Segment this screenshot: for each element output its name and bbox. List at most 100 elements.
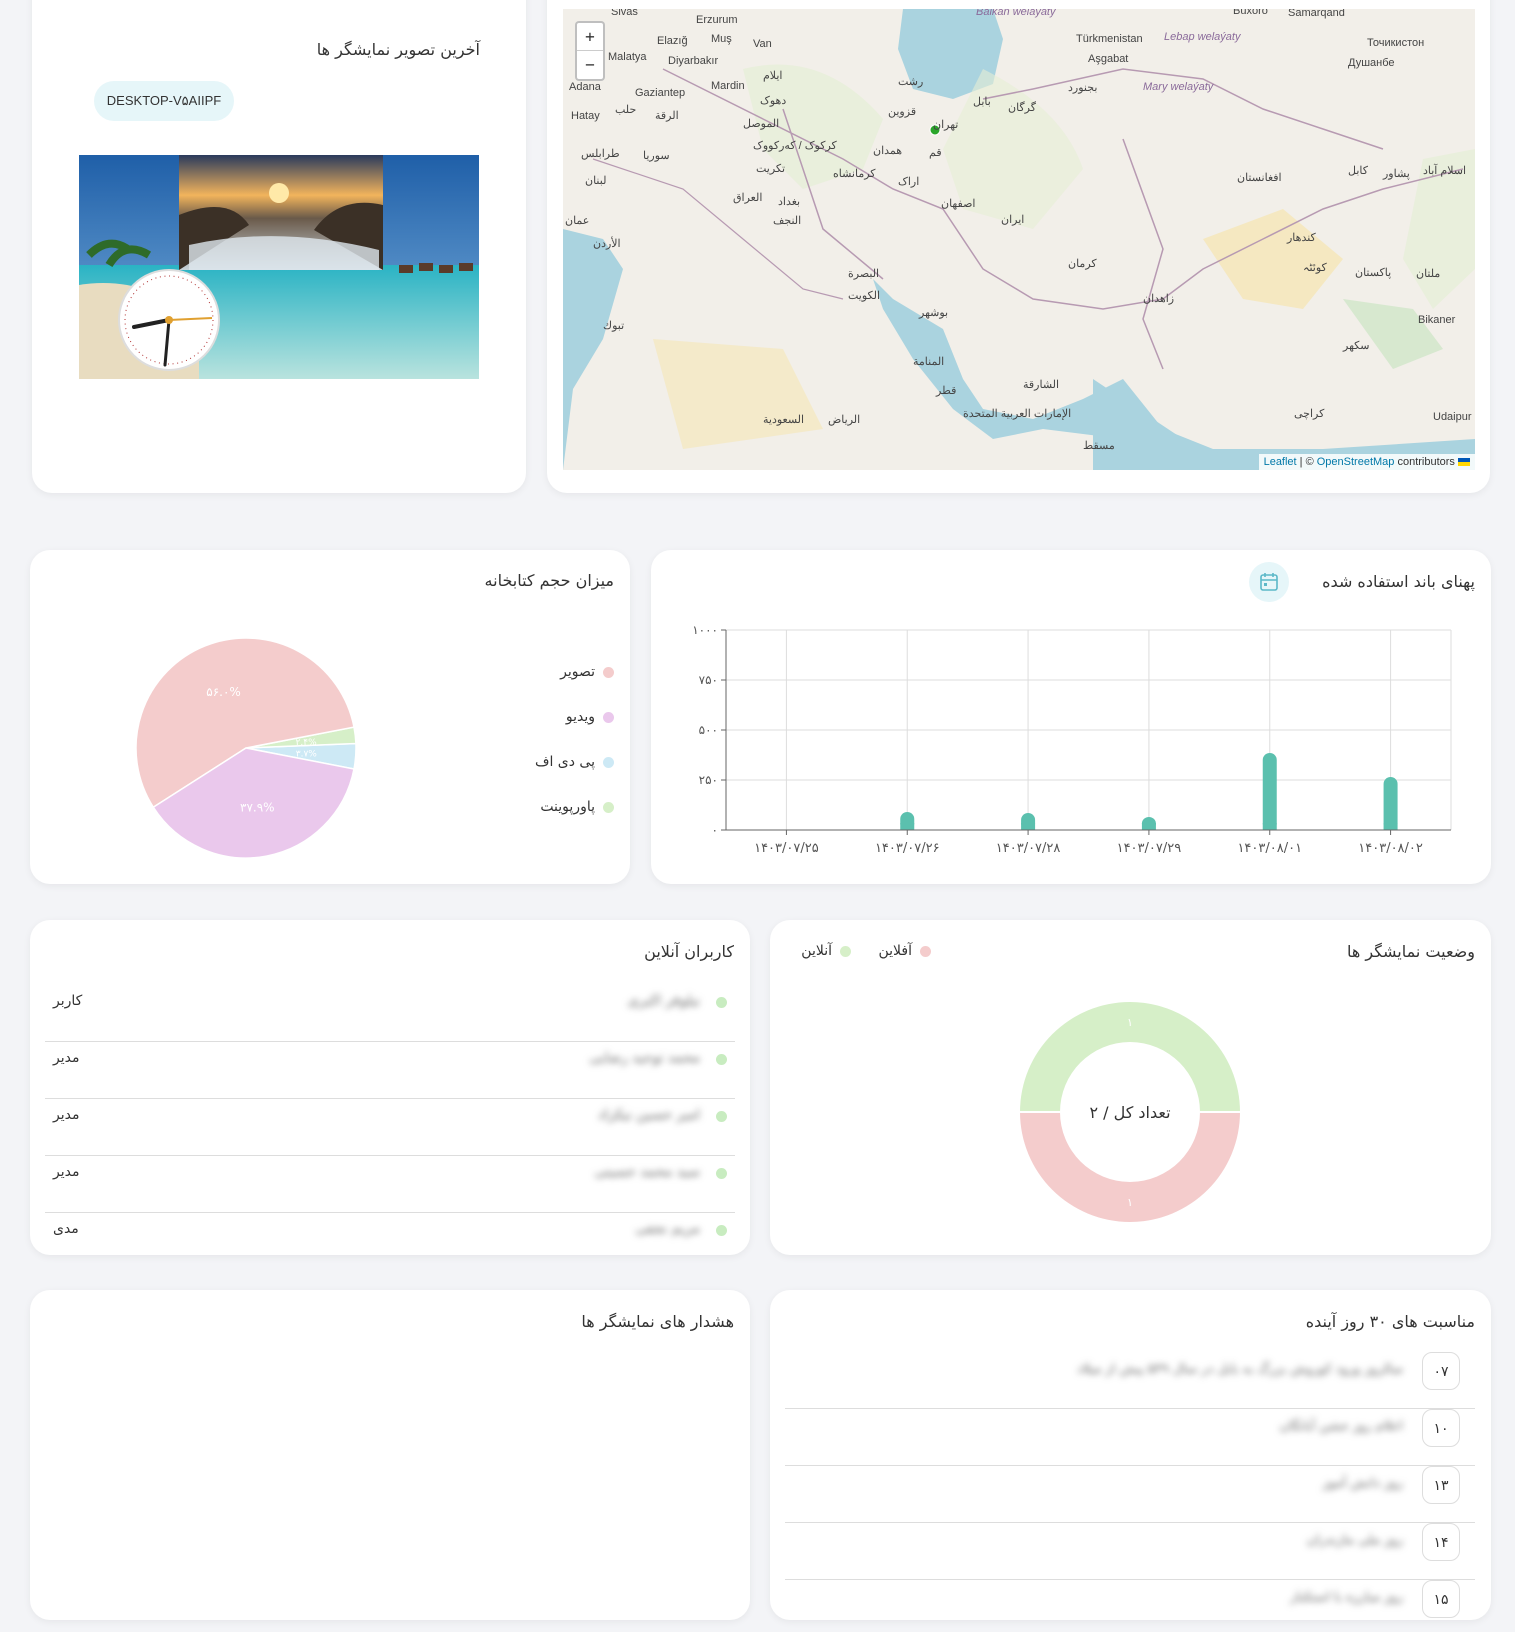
map-zoom-control: + −: [575, 21, 605, 81]
event-row[interactable]: ۱۴ روز ملی مازندران: [785, 1523, 1475, 1580]
user-row[interactable]: سید محمد حسینی مدیر: [45, 1156, 735, 1213]
screenshot-image: [79, 155, 479, 379]
x-tick-label: ۱۴۰۳/۰۷/۲۸: [996, 841, 1061, 856]
online-users-title: کاربران آنلاین: [644, 942, 734, 961]
donut-offline-count: ۱: [1127, 1196, 1133, 1209]
legend-pdf[interactable]: پی دی اف: [535, 754, 614, 770]
library-size-card: میزان حجم کتابخانه تصویر ویدیو پی دی اف …: [30, 550, 630, 884]
online-status-dot: [716, 997, 727, 1008]
user-name: مریم نجفی: [635, 1221, 700, 1237]
donut-online-count: ۱: [1127, 1016, 1133, 1029]
legend-image[interactable]: تصویر: [560, 664, 614, 680]
ukraine-flag-icon: [1458, 458, 1470, 467]
bar-base: [1262, 823, 1277, 830]
bar-base: [1141, 823, 1156, 830]
calendar-icon[interactable]: [1249, 562, 1289, 602]
zoom-out-button[interactable]: −: [577, 51, 603, 79]
bar-base: [1383, 823, 1398, 830]
event-row[interactable]: ۱۳ روز دانش آموز: [785, 1466, 1475, 1523]
device-status-card: وضعیت نمایشگر ها آفلاین آنلاین ۱ ۱ تعداد…: [770, 920, 1491, 1255]
map-tiles: [563, 9, 1475, 470]
bar-base: [900, 823, 915, 830]
user-role: مدیر: [53, 1107, 80, 1123]
device-alerts-card: هشدار های نمایشگر ها: [30, 1290, 750, 1620]
legend-online[interactable]: آنلاین: [801, 943, 851, 959]
user-row[interactable]: مریم نجفی مدی: [45, 1213, 735, 1255]
legend-dot: [603, 711, 614, 723]
online-status-dot: [716, 1168, 727, 1179]
online-status-dot: [716, 1054, 727, 1065]
legend-dot: [840, 945, 851, 957]
legend-powerpoint[interactable]: پاورپوینت: [540, 799, 614, 815]
library-size-title: میزان حجم کتابخانه: [484, 571, 614, 590]
x-tick-label: ۱۴۰۳/۰۸/۰۲: [1358, 841, 1423, 856]
x-tick-label: ۱۴۰۳/۰۸/۰۱: [1237, 841, 1302, 856]
user-row[interactable]: امیر حسین نیکزاد مدیر: [45, 1099, 735, 1156]
bar: [1383, 777, 1398, 830]
zoom-in-button[interactable]: +: [577, 23, 603, 51]
bar-base: [1021, 823, 1036, 830]
event-text: اعلام روز جشن آبانگان: [1279, 1419, 1403, 1434]
user-name: سید محمد حسینی: [594, 1164, 700, 1180]
bandwidth-card: پهنای باند استفاده شده ۰ ۲۵۰ ۵۰۰ ۷۵۰ ۱۰۰۰ ۱۴۰…: [651, 550, 1491, 884]
user-role: مدیر: [53, 1164, 80, 1180]
donut-center-text: تعداد کل / ۲: [1089, 1103, 1170, 1122]
event-day: ۱۴: [1422, 1523, 1460, 1561]
y-tick-label: ۱۰۰۰: [692, 623, 718, 637]
event-text: روز دانش آموز: [1322, 1476, 1403, 1491]
legend-dot: [920, 945, 931, 957]
user-name: محمد توحید رضایی: [589, 1050, 700, 1066]
device-screenshot[interactable]: [79, 155, 479, 379]
online-users-card: کاربران آنلاین نیلوفر اکبری کاربر محمد ت…: [30, 920, 750, 1255]
user-name: امیر حسین نیکزاد: [598, 1107, 700, 1123]
devices-map-card: Sivas Erzurum Elazığ Muş Van Malatya Diy…: [547, 0, 1490, 493]
user-row[interactable]: محمد توحید رضایی مدیر: [45, 1042, 735, 1099]
x-tick-label: ۱۴۰۳/۰۷/۲۵: [754, 841, 819, 856]
event-text: روز مبارزه با استکبار: [1290, 1590, 1403, 1605]
devices-map[interactable]: Sivas Erzurum Elazığ Muş Van Malatya Diy…: [563, 9, 1475, 470]
pie-slice-label: ۵۶.۰%: [206, 685, 241, 699]
legend-video[interactable]: ویدیو: [566, 709, 614, 725]
y-tick-label: ۷۵۰: [699, 673, 718, 687]
device-status-title: وضعیت نمایشگر ها: [1346, 942, 1475, 961]
event-row[interactable]: ۰۷ سالروز ورود کوروش بزرگ به بابل در سال…: [785, 1352, 1475, 1409]
event-text: روز ملی مازندران: [1306, 1533, 1403, 1548]
upcoming-events-title: مناسبت های ۳۰ روز آینده: [1305, 1312, 1475, 1331]
user-name: نیلوفر اکبری: [627, 993, 700, 1009]
user-row[interactable]: نیلوفر اکبری کاربر: [45, 985, 735, 1042]
leaflet-link[interactable]: Leaflet: [1264, 456, 1297, 468]
latest-screenshot-card: آخرین تصویر نمایشگر ها DESKTOP-V۵AIIPF: [32, 0, 526, 493]
pie-slice-label: ۳۷.۹%: [240, 800, 275, 814]
online-status-dot: [716, 1111, 727, 1122]
device-status-donut[interactable]: ۱ ۱ تعداد کل / ۲: [1010, 992, 1250, 1232]
user-role: مدی: [53, 1221, 79, 1237]
event-day: ۱۵: [1422, 1580, 1460, 1618]
bandwidth-bar-chart: ۰ ۲۵۰ ۵۰۰ ۷۵۰ ۱۰۰۰ ۱۴۰۳/۰۷/۲۵ ۱۴۰۳/۰۷/۲۶ ۱۴۰۳/۰…: [692, 623, 1452, 856]
x-tick-label: ۱۴۰۳/۰۷/۲۶: [875, 841, 940, 856]
bar: [1262, 753, 1277, 830]
library-pie-chart[interactable]: ۳.۷%۲.۴%۵۶.۰%۳۷.۹%: [126, 628, 366, 868]
latest-screenshot-title: آخرین تصویر نمایشگر ها: [316, 40, 480, 59]
legend-offline[interactable]: آفلاین: [879, 943, 931, 959]
bandwidth-title: پهنای باند استفاده شده: [1322, 572, 1475, 591]
legend-dot: [603, 801, 614, 813]
osm-link[interactable]: OpenStreetMap: [1317, 456, 1395, 468]
pie-slice-label: ۲.۴%: [296, 738, 318, 748]
device-name-badge[interactable]: DESKTOP-V۵AIIPF: [94, 81, 234, 121]
legend-dot: [603, 666, 614, 678]
user-role: کاربر: [53, 993, 83, 1009]
event-row[interactable]: ۱۵ روز مبارزه با استکبار: [785, 1580, 1475, 1620]
event-text: سالروز ورود کوروش بزرگ به بابل در سال ۵۳…: [1076, 1362, 1403, 1377]
y-tick-label: ۰: [712, 823, 718, 837]
legend-dot: [603, 756, 614, 768]
event-day: ۱۳: [1422, 1466, 1460, 1504]
y-tick-label: ۵۰۰: [699, 723, 718, 737]
event-day: ۰۷: [1422, 1352, 1460, 1390]
event-day: ۱۰: [1422, 1409, 1460, 1447]
upcoming-events-card: مناسبت های ۳۰ روز آینده ۰۷ سالروز ورود ک…: [770, 1290, 1491, 1620]
user-role: مدیر: [53, 1050, 80, 1066]
y-tick-label: ۲۵۰: [699, 773, 718, 787]
event-row[interactable]: ۱۰ اعلام روز جشن آبانگان: [785, 1409, 1475, 1466]
x-tick-label: ۱۴۰۳/۰۷/۲۹: [1117, 841, 1182, 856]
clock-widget: [118, 269, 220, 371]
